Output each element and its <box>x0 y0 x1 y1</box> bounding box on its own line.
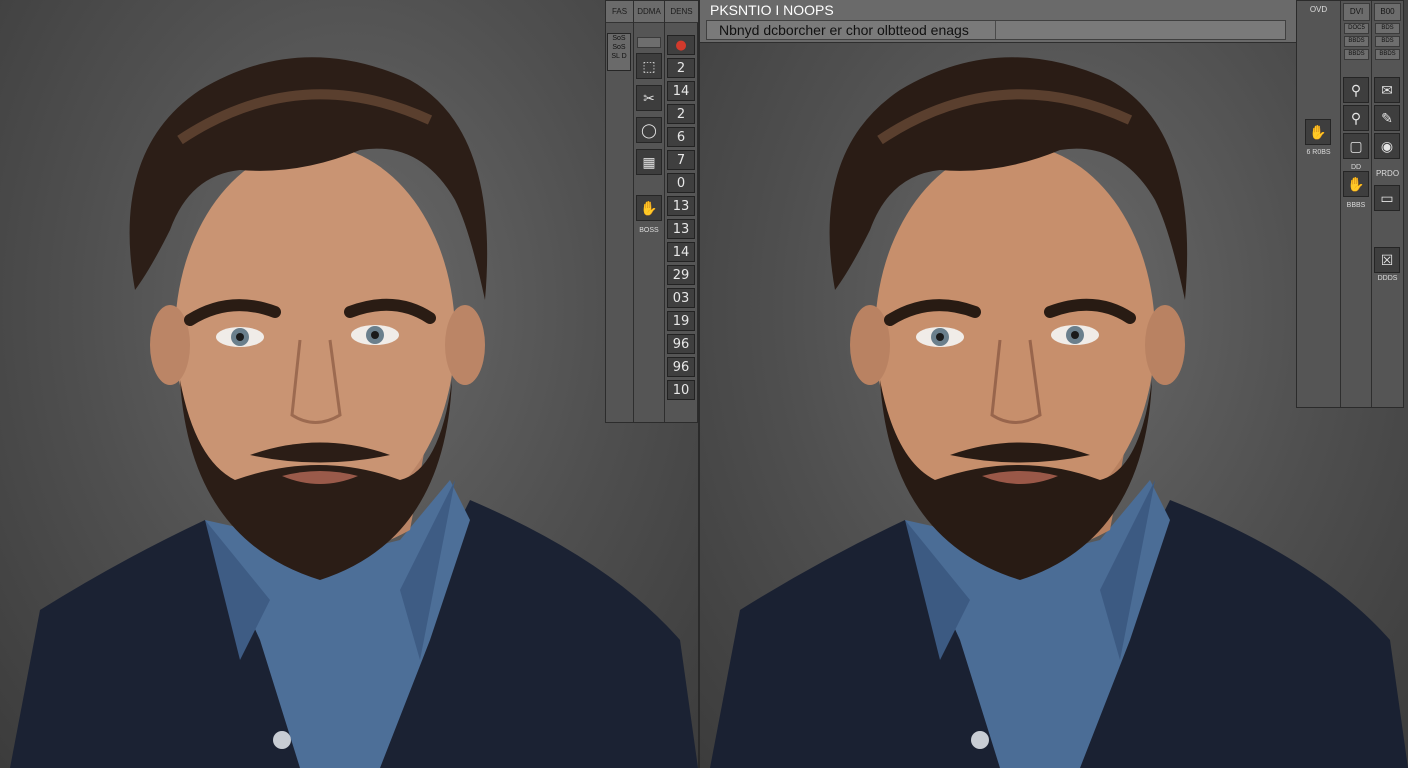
red-tool-icon[interactable]: ● <box>667 35 695 55</box>
layers-icon[interactable]: ▦ <box>636 149 662 175</box>
number-item[interactable]: 96 <box>667 334 695 354</box>
number-item[interactable]: 13 <box>667 196 695 216</box>
magnify-icon[interactable]: ⚲ <box>1343 77 1369 103</box>
right-palette-column-3: B00 BDS BDS BBDS ✉ ✎ ◉ PRDO ▭ ☒ DDDS <box>1372 1 1403 407</box>
field-divider <box>995 21 996 39</box>
right-palette-small-label: 6 R0BS <box>1306 149 1331 156</box>
number-item[interactable]: 7 <box>667 150 695 170</box>
number-item[interactable]: 29 <box>667 265 695 285</box>
brush-icon[interactable]: ✎ <box>1374 105 1400 131</box>
left-tool-palette: FAS SoS SoS SL D DDMA ⬚ ✂ ◯ ▦ ✋ BOSS DEN… <box>605 0 698 423</box>
palette-header-2: DDMA <box>634 1 664 23</box>
right-col3-label-dddd: DDDS <box>1377 275 1398 282</box>
globe-icon[interactable]: ◉ <box>1374 133 1400 159</box>
number-item[interactable]: 96 <box>667 357 695 377</box>
number-item[interactable]: 03 <box>667 288 695 308</box>
palette-header-3: DENS <box>665 1 698 23</box>
number-item[interactable]: 6 <box>667 127 695 147</box>
palette-column-1: FAS SoS SoS SL D <box>606 1 634 422</box>
right-palette-side-label: OVD <box>1309 5 1328 14</box>
options-field[interactable]: Nbnyd dcborcher er chor olbtteod enags <box>706 20 1286 40</box>
frame-icon[interactable]: ⬚ <box>636 53 662 79</box>
close-box-icon[interactable]: ☒ <box>1374 247 1400 273</box>
right-palette-column-2: DVI DOC5 BBDS BBDS ⚲ ⚲ ▢ DD ✋ BBBS <box>1341 1 1372 407</box>
number-item[interactable]: 14 <box>667 242 695 262</box>
hand-icon[interactable]: ✋ <box>1305 119 1331 145</box>
hand-icon[interactable]: ✋ <box>1343 171 1369 197</box>
right-col2-label-bbbs: BBBS <box>1346 202 1366 209</box>
options-field-text: Nbnyd dcborcher er chor olbtteod enags <box>719 22 969 38</box>
right-tool-palette: OVD ✋ 6 R0BS DVI DOC5 BBDS BBDS ⚲ ⚲ ▢ DD… <box>1296 0 1404 408</box>
frame-icon[interactable]: ▢ <box>1343 133 1369 159</box>
palette-header-1: FAS <box>606 1 633 23</box>
panel-title: PKSNTIO I NOOPS <box>710 2 834 18</box>
search-icon[interactable]: ⚲ <box>1343 105 1369 131</box>
chip-6[interactable]: BBDS <box>1375 49 1400 60</box>
top-options-bar: PKSNTIO I NOOPS Nbnyd dcborcher er chor … <box>700 0 1296 43</box>
before-image-pane[interactable]: FAS SoS SoS SL D DDMA ⬚ ✂ ◯ ▦ ✋ BOSS DEN… <box>0 0 698 768</box>
portrait-photo-before <box>10 57 698 768</box>
right-palette-column-1: OVD ✋ 6 R0BS <box>1297 1 1341 407</box>
palette-label-boss: BOSS <box>639 227 659 234</box>
tab-dvi[interactable]: DVI <box>1343 3 1370 21</box>
crop-icon[interactable]: ✂ <box>636 85 662 111</box>
number-item[interactable]: 2 <box>667 58 695 78</box>
number-item[interactable]: 0 <box>667 173 695 193</box>
palette-column-3: DENS ● 2 14 2 6 7 0 13 13 14 29 03 19 96… <box>665 1 698 422</box>
circle-icon[interactable]: ◯ <box>636 117 662 143</box>
right-col3-label-prdo: PRDO <box>1375 169 1400 178</box>
monitor-icon[interactable]: ▭ <box>1374 185 1400 211</box>
number-item[interactable]: 13 <box>667 219 695 239</box>
chat-icon[interactable]: ✉ <box>1374 77 1400 103</box>
tab-b00[interactable]: B00 <box>1374 3 1401 21</box>
chip-4[interactable]: BDS <box>1375 23 1400 34</box>
number-item[interactable]: 19 <box>667 311 695 331</box>
chip-3[interactable]: BBDS <box>1344 49 1369 60</box>
palette-column-2: DDMA ⬚ ✂ ◯ ▦ ✋ BOSS <box>634 1 665 422</box>
chip-1[interactable]: DOC5 <box>1344 23 1369 34</box>
chip-2[interactable]: BBDS <box>1344 36 1369 47</box>
chip-5[interactable]: BDS <box>1375 36 1400 47</box>
number-item[interactable]: 14 <box>667 81 695 101</box>
palette-chip <box>637 37 661 48</box>
number-item[interactable]: 2 <box>667 104 695 124</box>
right-col2-label-dd: DD <box>1350 164 1362 171</box>
sticky-note-icon[interactable]: SoS SoS SL D <box>607 33 631 71</box>
hand-icon[interactable]: ✋ <box>636 195 662 221</box>
number-item[interactable]: 10 <box>667 380 695 400</box>
